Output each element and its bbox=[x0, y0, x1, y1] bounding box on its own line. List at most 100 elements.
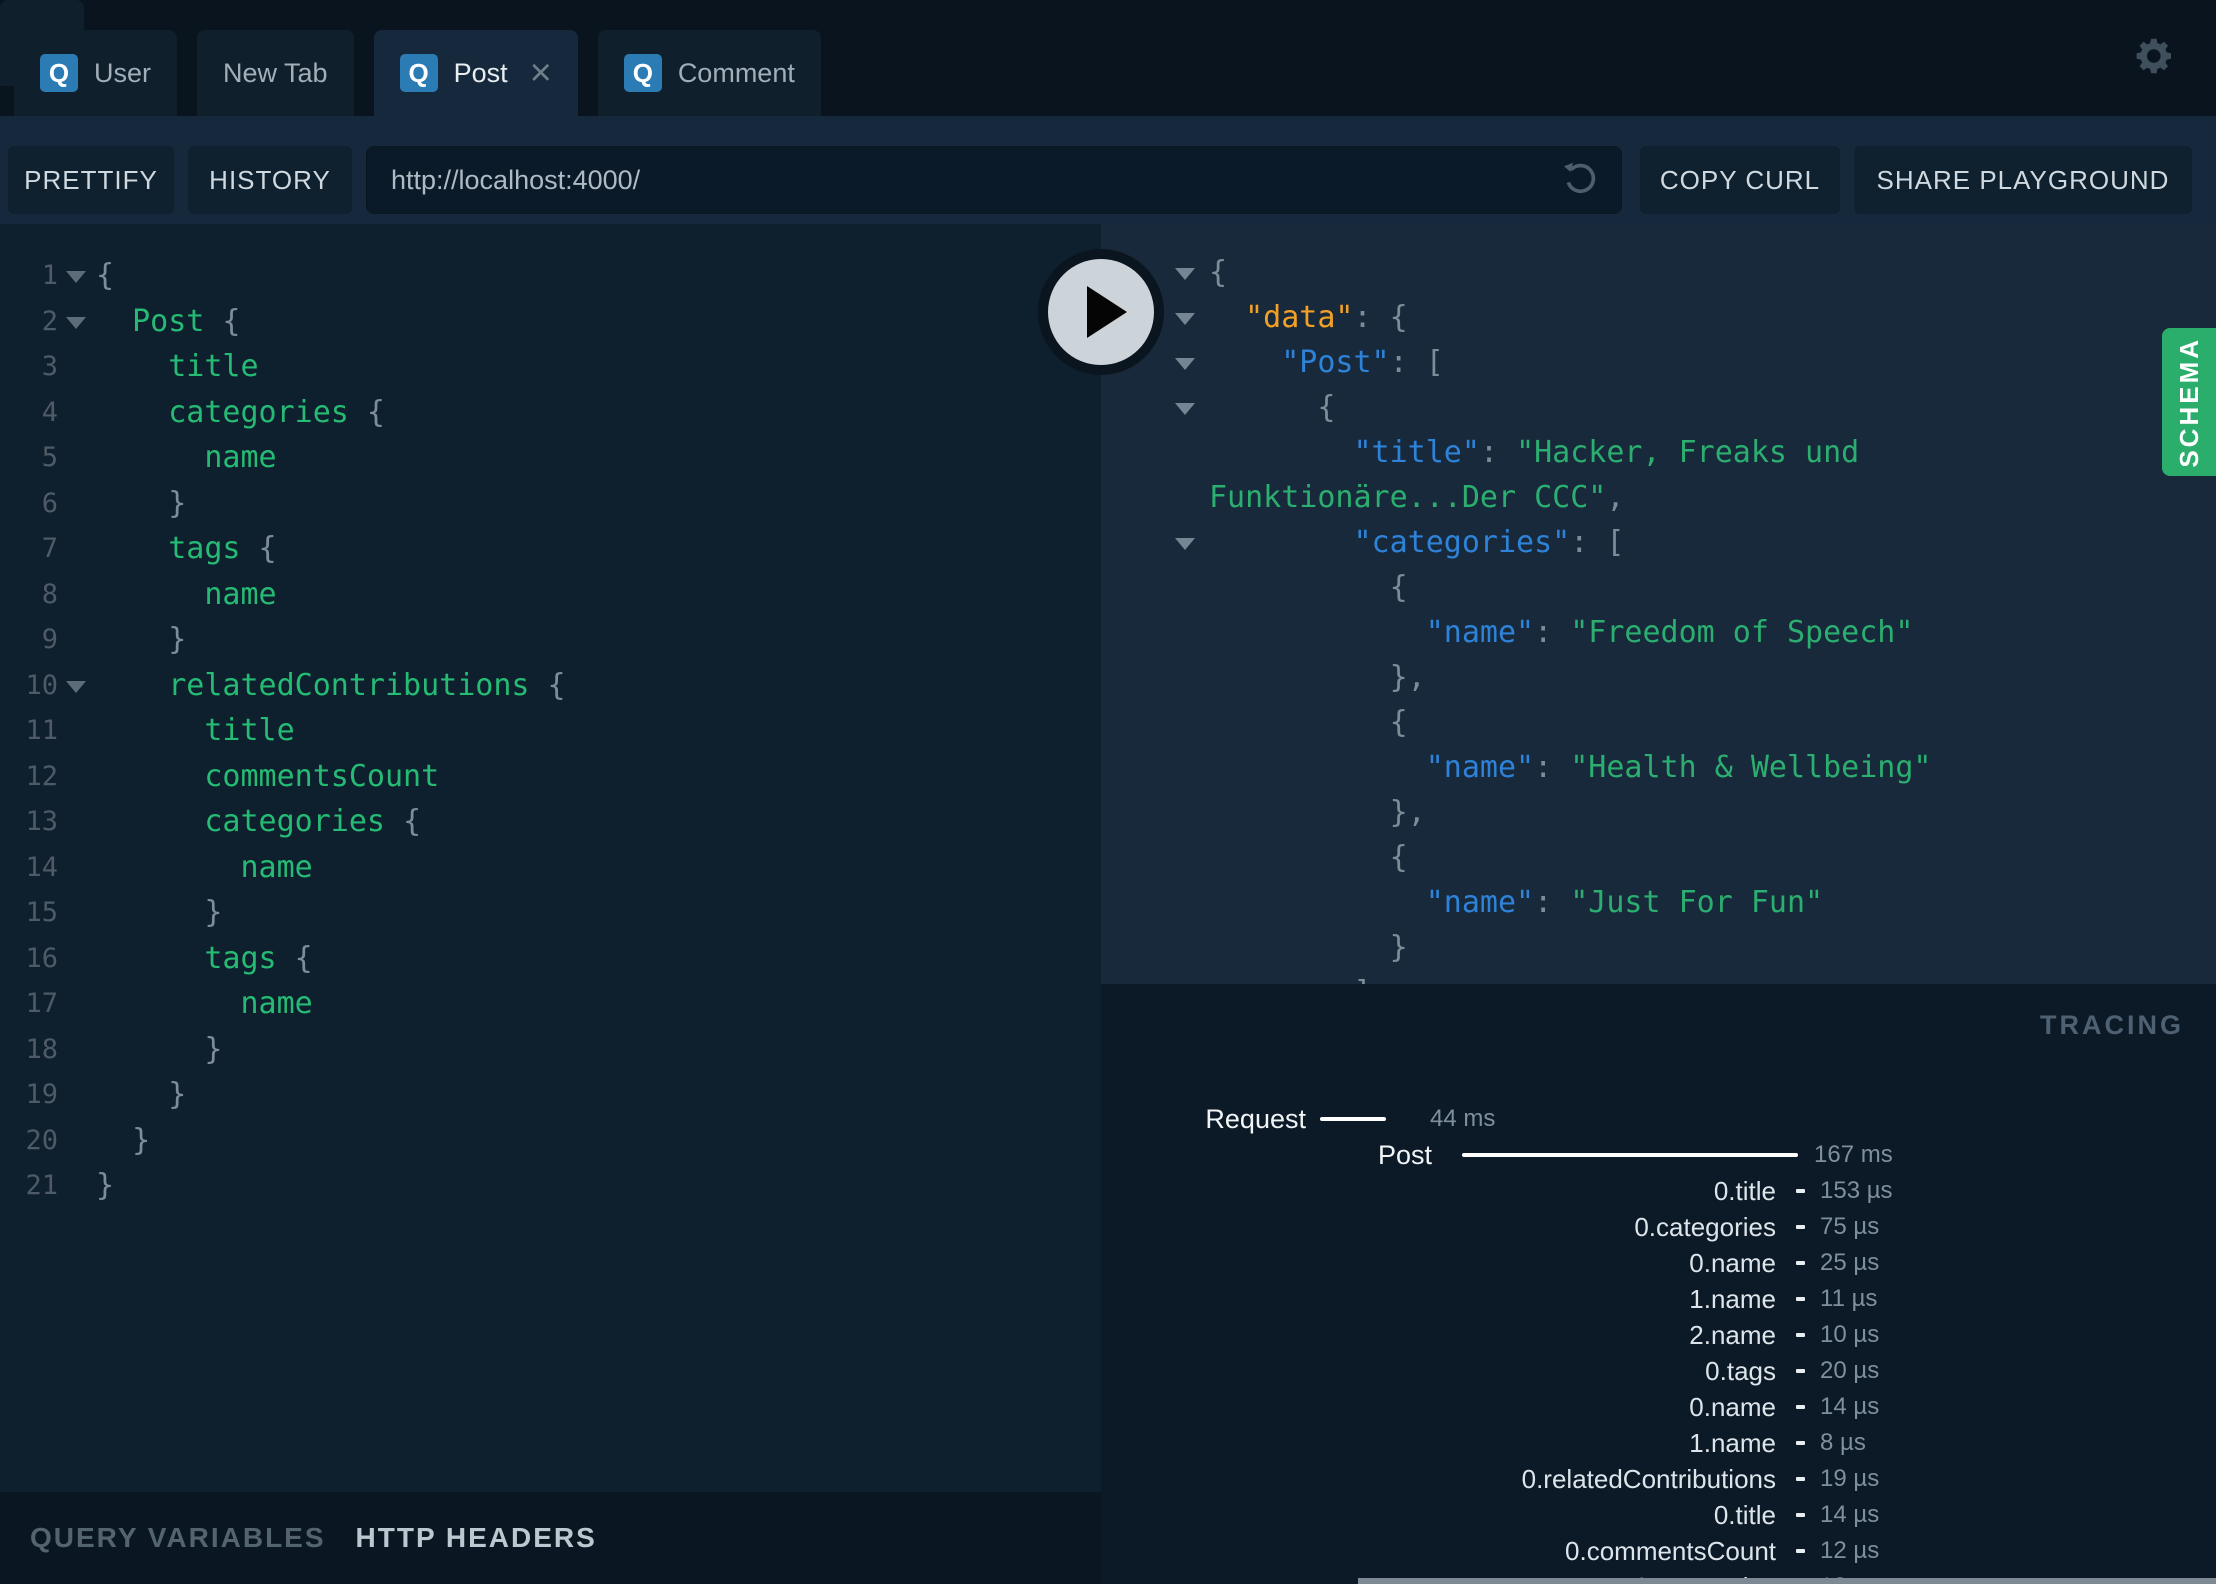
code-token: { bbox=[1209, 255, 1228, 290]
history-button[interactable]: HISTORY bbox=[188, 146, 352, 214]
trace-duration: 19 µs bbox=[1820, 1465, 1880, 1492]
settings-gear-icon[interactable] bbox=[2128, 32, 2176, 80]
trace-bar bbox=[1320, 1117, 1386, 1121]
trace-label: 0.commentsCount bbox=[1565, 1536, 1776, 1566]
tab-new-tab[interactable]: New Tab bbox=[197, 30, 354, 116]
code-token: name bbox=[204, 440, 277, 475]
code-token: [ bbox=[1425, 345, 1444, 380]
code-token: { bbox=[529, 667, 566, 703]
trace-duration: 20 µs bbox=[1820, 1357, 1880, 1384]
code-token: tags bbox=[204, 940, 277, 976]
trace-row: 1.name 11 µs bbox=[1101, 1281, 2216, 1317]
trace-row: 0.title 153 µs bbox=[1101, 1173, 2216, 1209]
code-text: "name": "Freedom of Speech" bbox=[1209, 610, 1914, 655]
code-text: "Post": [ bbox=[1209, 340, 1444, 385]
line-number: 5 bbox=[41, 442, 58, 473]
trace-label: 0.name bbox=[1689, 1248, 1776, 1278]
trace-duration: 14 µs bbox=[1820, 1393, 1880, 1420]
code-text: commentsCount bbox=[96, 754, 439, 800]
fold-arrow-icon[interactable] bbox=[1175, 268, 1195, 280]
trace-duration: 8 µs bbox=[1820, 1429, 1866, 1456]
code-token: "categories" bbox=[1353, 525, 1571, 560]
trace-bar bbox=[1796, 1225, 1805, 1229]
line-number: 6 bbox=[41, 487, 58, 519]
close-tab-icon[interactable]: × bbox=[530, 54, 552, 92]
line-number: 10 bbox=[25, 669, 58, 701]
code-text: }, bbox=[1209, 790, 1426, 835]
code-text: "categories": [ bbox=[1209, 520, 1625, 565]
code-text: } bbox=[96, 890, 222, 936]
code-token: name bbox=[240, 986, 313, 1021]
code-token: } bbox=[96, 485, 187, 521]
prettify-button[interactable]: PRETTIFY bbox=[8, 146, 174, 214]
trace-duration: 14 µs bbox=[1820, 1501, 1880, 1528]
code-token: } bbox=[96, 1031, 223, 1067]
code-token: "Freedom of Speech" bbox=[1570, 615, 1914, 650]
execute-play-button[interactable] bbox=[1038, 249, 1164, 375]
editor-line: 17 name bbox=[0, 981, 1101, 1027]
code-text: } bbox=[96, 1072, 186, 1118]
fold-arrow-icon[interactable] bbox=[1175, 538, 1195, 550]
code-token: { bbox=[1389, 840, 1408, 875]
code-token: ] bbox=[1209, 975, 1371, 984]
copy-curl-button[interactable]: COPY CURL bbox=[1640, 146, 1840, 214]
line-number: 2 bbox=[41, 305, 58, 337]
trace-label: 1.name bbox=[1689, 1428, 1776, 1458]
endpoint-input[interactable]: http://localhost:4000/ bbox=[366, 146, 1622, 214]
schema-tab-button[interactable]: SCHEMA bbox=[2162, 328, 2216, 476]
editor-line: 5 name bbox=[0, 435, 1101, 481]
tab-post[interactable]: Q Post × bbox=[373, 30, 578, 116]
fold-arrow-icon[interactable] bbox=[1175, 358, 1195, 370]
response-line: ] bbox=[1101, 970, 2216, 984]
code-token: } bbox=[96, 1122, 151, 1158]
tab-user[interactable]: Q User bbox=[14, 30, 178, 116]
trace-label: Post bbox=[1377, 1140, 1432, 1170]
trace-bar bbox=[1796, 1333, 1805, 1337]
fold-arrow-icon[interactable] bbox=[1175, 403, 1195, 415]
response-line: { bbox=[1101, 565, 2216, 610]
code-text: name bbox=[96, 981, 313, 1027]
fold-arrow-icon[interactable] bbox=[66, 316, 86, 329]
fold-arrow-icon[interactable] bbox=[1175, 313, 1195, 325]
horizontal-scrollbar[interactable] bbox=[1358, 1578, 2216, 1584]
code-token: { bbox=[240, 531, 277, 566]
share-playground-button[interactable]: SHARE PLAYGROUND bbox=[1854, 146, 2192, 214]
response-line: "name": "Freedom of Speech" bbox=[1101, 610, 2216, 655]
line-number: 8 bbox=[41, 578, 58, 610]
tab-list: Q User New Tab Q Post × Q Comment bbox=[14, 30, 821, 116]
response-line: "name": "Health & Wellbeing" bbox=[1101, 745, 2216, 790]
http-headers-tab[interactable]: HTTP HEADERS bbox=[356, 1522, 597, 1554]
fold-arrow-icon[interactable] bbox=[66, 680, 86, 693]
query-editor[interactable]: 1{2 Post {3 title 4 categories {5 name 6 }… bbox=[0, 224, 1101, 1492]
tab-comment[interactable]: Q Comment bbox=[597, 30, 821, 116]
code-token: : bbox=[1389, 345, 1426, 380]
code-text: name bbox=[96, 572, 276, 618]
response-line: "name": "Just For Fun" bbox=[1101, 880, 2216, 925]
editor-line: 15 } bbox=[0, 890, 1101, 936]
fold-arrow-icon[interactable] bbox=[66, 271, 86, 283]
code-token: "name" bbox=[1425, 615, 1535, 650]
code-token: tags bbox=[168, 531, 241, 566]
trace-bar bbox=[1796, 1405, 1805, 1409]
trace-duration: 25 µs bbox=[1820, 1249, 1880, 1276]
query-badge: Q bbox=[40, 54, 78, 92]
code-text: "name": "Health & Wellbeing" bbox=[1209, 745, 1932, 790]
trace-label: 0.relatedContributions bbox=[1521, 1464, 1776, 1494]
reload-icon[interactable] bbox=[1559, 158, 1603, 202]
query-variables-tab[interactable]: QUERY VARIABLES bbox=[30, 1522, 326, 1554]
code-text: } bbox=[96, 1118, 150, 1164]
trace-bar bbox=[1796, 1549, 1805, 1553]
editor-line: 2 Post { bbox=[0, 299, 1101, 345]
code-text: } bbox=[96, 617, 186, 663]
response-line: "title": "Hacker, Freaks und bbox=[1101, 430, 2216, 475]
